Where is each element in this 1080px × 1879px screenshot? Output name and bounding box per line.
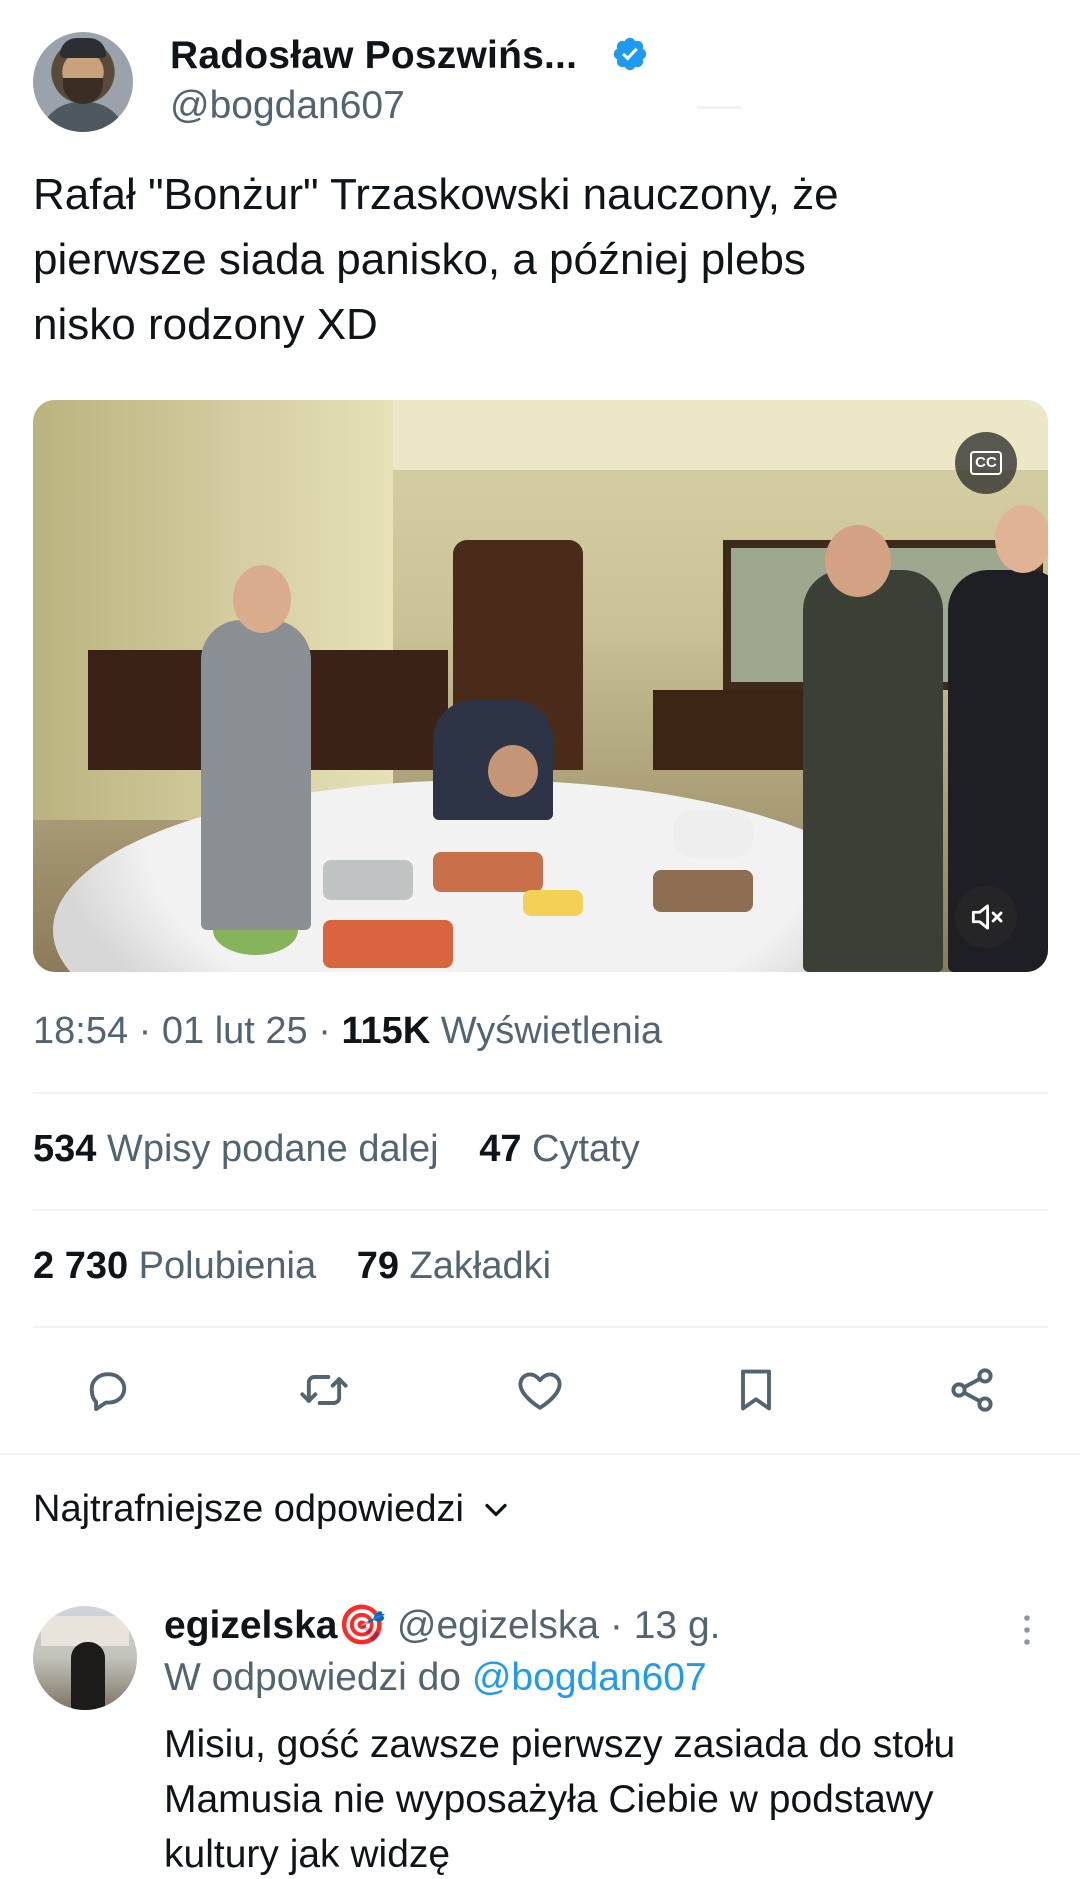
divider [33,1092,1048,1094]
retweets-count: 534 [33,1128,97,1170]
replies-sort-label: Najtrafniejsze odpowiedzi [33,1488,464,1530]
divider [33,1209,1048,1211]
replies-sort-dropdown[interactable]: Najtrafniejsze odpowiedzi [33,1488,514,1531]
video-person-head [233,565,291,633]
tweet-meta: 18:54 · 01 lut 25 · 115K Wyświetlenia [33,1010,662,1053]
meta-separator: · [318,1010,331,1052]
quotes-stat[interactable]: 47 Cytaty [479,1128,640,1170]
video-dish [323,920,453,968]
reply-separator: · [609,1604,623,1647]
avatar-beard [63,78,103,104]
reply-icon [89,1372,127,1412]
reply-to-label: W odpowiedzi do [164,1656,461,1699]
closed-captions-button[interactable]: CC [955,432,1017,494]
reply-text: Misiu, gość zawsze pierwszy zasiada do s… [164,1723,956,1876]
avatar-figure [71,1642,105,1710]
tweet-author-row: Radosław Poszwińs... @bogdan607 [33,28,1053,138]
likes-label: Polubienia [138,1245,317,1287]
video-person-head [825,525,891,597]
share-icon [951,1368,993,1412]
avatar-jacket [39,102,127,132]
video-dish [433,852,543,892]
verified-badge-icon [613,37,647,71]
header-divider [697,106,741,109]
bookmark-button[interactable] [718,1352,794,1428]
like-heart-icon [518,1372,562,1410]
reply-author-handle[interactable]: @egizelska [397,1604,599,1647]
video-dish [323,860,413,900]
avatar-cap [60,38,106,58]
reply-author-avatar[interactable] [33,1606,137,1710]
bookmarks-label: Zakładki [409,1245,552,1287]
tweet-time[interactable]: 18:54 [33,1010,128,1052]
section-divider [0,1453,1080,1455]
bookmark-icon [741,1369,771,1411]
retweets-stat[interactable]: 534 Wpisy podane dalej [33,1128,439,1170]
retweet-icon [300,1375,348,1405]
views-label: Wyświetlenia [440,1010,663,1052]
reply-age[interactable]: 13 g. [634,1604,721,1647]
views-count: 115K [341,1010,431,1052]
reply-to-line: W odpowiedzi do @bogdan607 [164,1656,707,1700]
tweet-date[interactable]: 01 lut 25 [162,1010,308,1052]
likes-stat[interactable]: 2 730 Polubienia [33,1245,316,1287]
video-person-woman [201,620,311,930]
reply-author-name[interactable]: egizelska🎯 [164,1604,386,1647]
tweet-detail-page: Radosław Poszwińs... @bogdan607 Rafał "B… [0,0,1080,1879]
video-dish [653,870,753,912]
quotes-count: 47 [479,1128,522,1170]
like-bookmark-stats: 2 730 Polubienia 79 Zakładki [33,1245,551,1288]
tweet-video[interactable] [33,400,1048,972]
retweet-quote-stats: 534 Wpisy podane dalej 47 Cytaty [33,1128,640,1171]
video-person-head [488,745,538,797]
meta-separator: · [138,1010,152,1052]
quotes-label: Cytaty [532,1128,640,1170]
bookmarks-count: 79 [356,1245,399,1287]
more-options-icon[interactable] [1012,1610,1042,1650]
unmute-button[interactable] [955,886,1017,948]
author-avatar[interactable] [33,32,133,132]
muted-speaker-icon [971,904,1003,930]
share-button[interactable] [934,1352,1010,1428]
retweet-button[interactable] [286,1352,362,1428]
video-dish [673,810,753,858]
tweet-text: Rafał "Bonżur" Trzaskowski nauczony, że … [33,170,839,349]
closed-captions-icon: CC [970,451,1002,475]
video-person-man [803,570,943,972]
video-person-head [995,505,1048,573]
divider [33,1326,1048,1328]
like-button[interactable] [502,1352,578,1428]
reply-to-handle-link[interactable]: @bogdan607 [472,1656,707,1699]
chevron-down-icon [485,1503,507,1516]
reply-button[interactable] [70,1352,146,1428]
author-handle[interactable]: @bogdan607 [170,84,405,128]
bookmarks-stat[interactable]: 79 Zakładki [357,1245,551,1287]
video-dish [523,890,583,916]
author-name[interactable]: Radosław Poszwińs... [170,34,577,78]
likes-count: 2 730 [33,1245,129,1287]
retweets-label: Wpisy podane dalej [106,1128,439,1170]
tweet-action-bar [0,1352,1080,1428]
reply-header: egizelska🎯 @egizelska · 13 g. [164,1602,720,1648]
